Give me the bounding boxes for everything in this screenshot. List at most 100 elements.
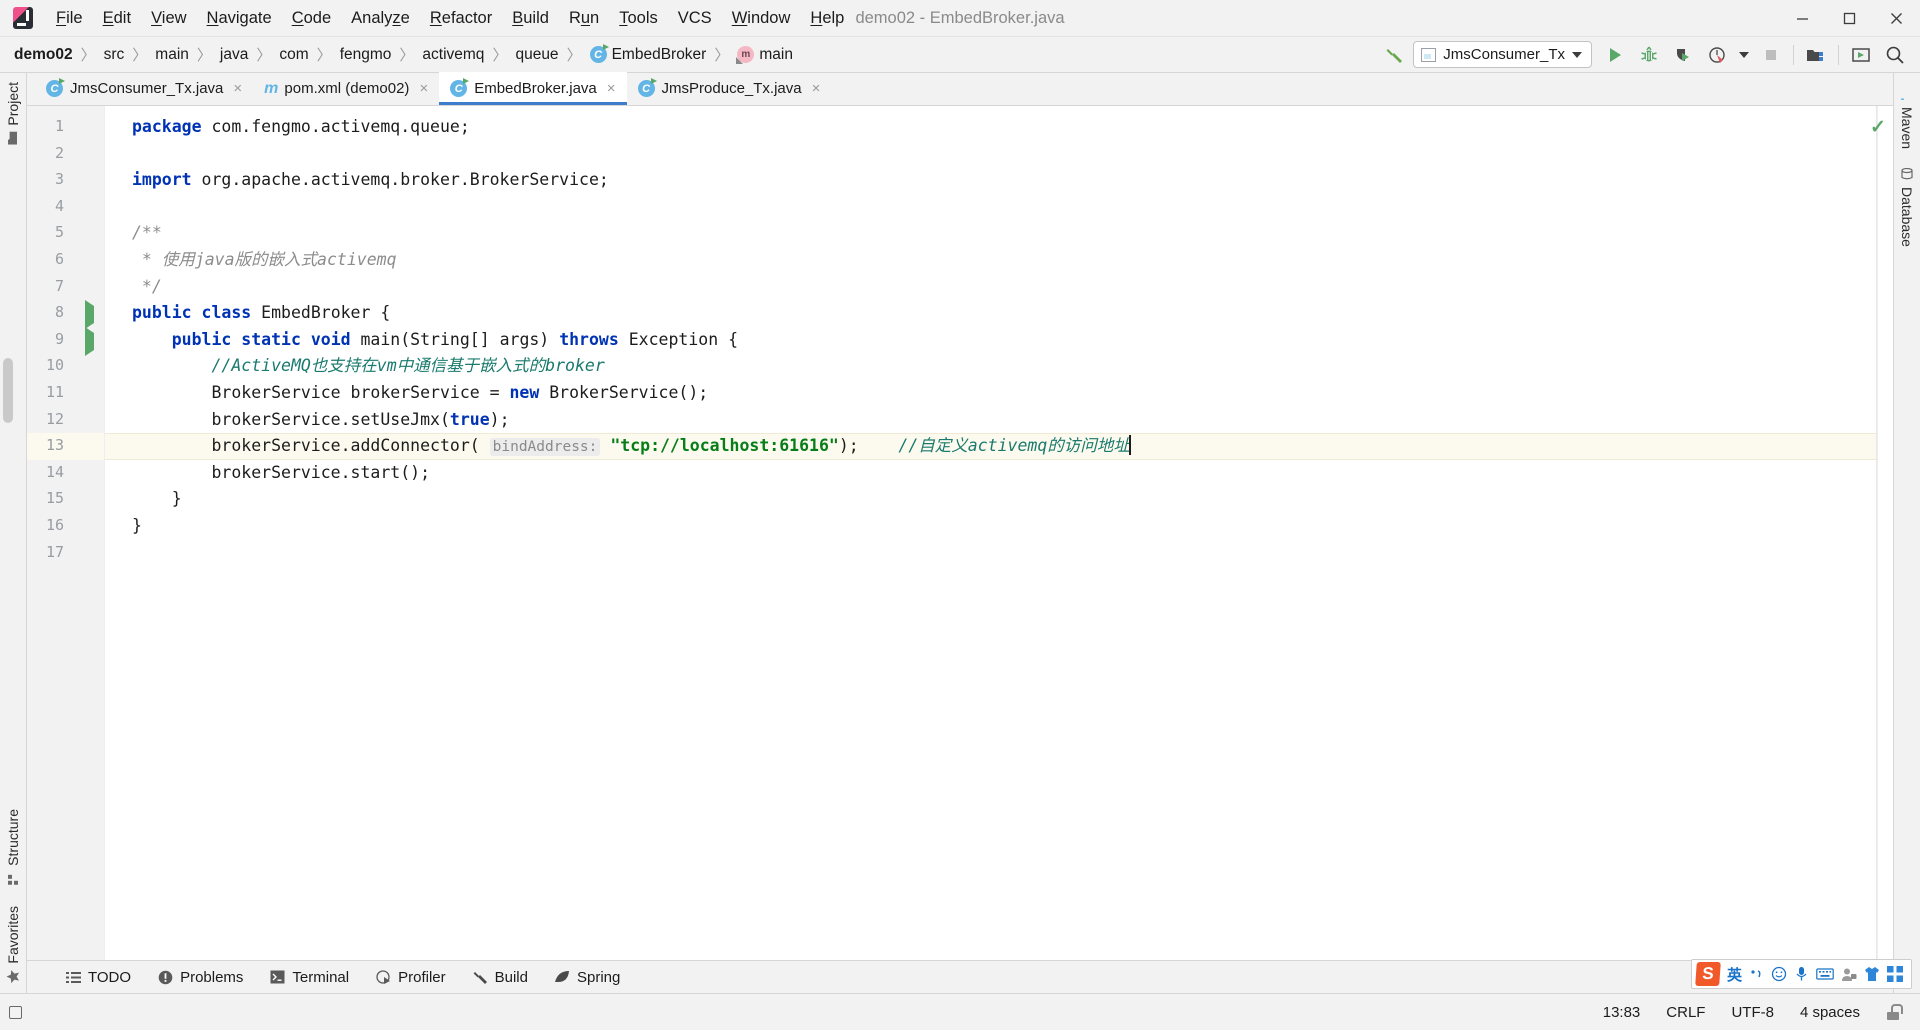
code-line[interactable]: import org.apache.activemq.broker.Broker…	[105, 167, 1877, 194]
main-toolbar: JmsConsumer_Tx	[1377, 40, 1920, 70]
terminal-window-icon[interactable]	[1844, 40, 1878, 70]
code-line[interactable]: }	[105, 486, 1877, 513]
menu-item-tools[interactable]: Tools	[609, 6, 668, 31]
build-hammer-icon[interactable]	[1377, 40, 1411, 70]
unlocked-icon[interactable]	[1886, 1004, 1903, 1020]
menu-item-refactor[interactable]: Refactor	[420, 6, 502, 31]
line-number: 17	[45, 542, 64, 561]
ime-mode-label[interactable]: 英	[1727, 964, 1742, 985]
tool-rail-scroll-thumb[interactable]	[3, 358, 13, 423]
keyboard-icon[interactable]	[1816, 967, 1834, 981]
breadcrumb-item-com[interactable]: com	[279, 46, 308, 64]
code-line[interactable]: BrokerService brokerService = new Broker…	[105, 380, 1877, 407]
caret-position[interactable]: 13:83	[1603, 1004, 1641, 1021]
indent-setting[interactable]: 4 spaces	[1800, 1004, 1860, 1021]
code-line[interactable]: */	[105, 274, 1877, 301]
menu-item-navigate[interactable]: Navigate	[197, 6, 282, 31]
project-structure-button[interactable]	[1799, 40, 1833, 70]
skin-icon[interactable]	[1864, 966, 1880, 982]
voice-icon[interactable]	[1794, 966, 1809, 982]
tool-window-terminal[interactable]: Terminal	[269, 969, 349, 986]
user-icon[interactable]	[1841, 967, 1857, 982]
stop-button[interactable]	[1754, 40, 1788, 70]
code-line[interactable]: brokerService.addConnector( bindAddress:…	[105, 433, 1877, 460]
code-line[interactable]: /**	[105, 220, 1877, 247]
close-icon[interactable]: ×	[812, 80, 821, 97]
breadcrumb-item-demo02[interactable]: demo02	[14, 46, 73, 64]
sidebar-item-structure[interactable]: Structure	[0, 800, 26, 895]
run-gutter-icon[interactable]	[85, 300, 101, 330]
apps-icon[interactable]	[1887, 966, 1903, 982]
close-button[interactable]	[1873, 0, 1920, 37]
menu-item-build[interactable]: Build	[502, 6, 559, 31]
code-line[interactable]: brokerService.start();	[105, 460, 1877, 487]
run-gutter-icon[interactable]	[85, 326, 101, 356]
code-line[interactable]: public class EmbedBroker {	[105, 300, 1877, 327]
close-icon[interactable]: ×	[233, 80, 242, 97]
code-line[interactable]	[105, 194, 1877, 221]
menu-item-file[interactable]: File	[46, 6, 93, 31]
ime-logo-icon: S	[1695, 962, 1721, 986]
tool-window-build[interactable]: Build	[472, 969, 528, 986]
sidebar-item-favorites[interactable]: Favorites	[0, 894, 26, 993]
punctuation-icon[interactable]	[1749, 967, 1764, 982]
code-line[interactable]: * 使用java版的嵌入式activemq	[105, 247, 1877, 274]
sidebar-item-project[interactable]: Project	[0, 73, 26, 160]
sidebar-item-database[interactable]: Database	[1894, 158, 1920, 256]
emoji-icon[interactable]	[1771, 966, 1787, 982]
editor-tab-pom-xml-demo02-[interactable]: m pom.xml (demo02) ×	[253, 72, 439, 105]
tool-window-spring[interactable]: Spring	[554, 969, 620, 986]
breadcrumb-item-activemq[interactable]: activemq	[422, 46, 484, 64]
code-line[interactable]: }	[105, 513, 1877, 540]
run-config-icon	[1421, 47, 1437, 62]
menu-item-view[interactable]: View	[141, 6, 196, 31]
breadcrumb-item-queue[interactable]: queue	[515, 46, 558, 64]
toggle-tool-windows-button[interactable]	[0, 1005, 30, 1019]
run-options-dropdown[interactable]	[1734, 40, 1754, 70]
line-separator[interactable]: CRLF	[1666, 1004, 1705, 1021]
file-encoding[interactable]: UTF-8	[1731, 1004, 1774, 1021]
run-configuration-selector[interactable]: JmsConsumer_Tx	[1413, 41, 1592, 68]
menu-item-window[interactable]: Window	[722, 6, 801, 31]
breadcrumb-item-java[interactable]: java	[220, 46, 248, 64]
run-button[interactable]	[1598, 40, 1632, 70]
breadcrumb-item-src[interactable]: src	[104, 46, 125, 64]
editor-tab-jmsconsumer-tx-java[interactable]: C JmsConsumer_Tx.java ×	[35, 72, 253, 105]
search-icon[interactable]	[1878, 40, 1912, 70]
code-line[interactable]: //ActiveMQ也支持在vm中通信基于嵌入式的broker	[105, 353, 1877, 380]
menu-item-code[interactable]: Code	[282, 6, 341, 31]
tool-window-todo[interactable]: TODO	[65, 969, 131, 986]
menu-items-container: File Edit View Navigate Code Analyze Refactor B…	[46, 6, 854, 31]
menu-item-analyze[interactable]: Analyze	[341, 6, 420, 31]
menu-item-vcs[interactable]: VCS	[668, 6, 722, 31]
inspection-stripe[interactable]: ✓	[1870, 106, 1893, 960]
editor-tab-jmsproduce-tx-java[interactable]: C JmsProduce_Tx.java ×	[627, 72, 832, 105]
tool-window-profiler[interactable]: Profiler	[375, 969, 446, 986]
profile-button[interactable]	[1700, 40, 1734, 70]
menu-item-run[interactable]: Run	[559, 6, 609, 31]
maximize-button[interactable]	[1826, 0, 1873, 37]
editor-tab-embedbroker-java[interactable]: C EmbedBroker.java ×	[439, 72, 627, 105]
tool-window-problems[interactable]: Problems	[157, 969, 243, 986]
close-icon[interactable]: ×	[607, 80, 616, 97]
menu-item-help[interactable]: Help	[800, 6, 854, 31]
run-with-coverage-button[interactable]	[1666, 40, 1700, 70]
code-line[interactable]	[105, 141, 1877, 168]
breadcrumb-item-embedbroker[interactable]: C EmbedBroker	[589, 44, 706, 64]
code-line[interactable]: brokerService.setUseJmx(true);	[105, 407, 1877, 434]
breadcrumb-item-fengmo[interactable]: fengmo	[340, 46, 392, 64]
code-line[interactable]: public static void main(String[] args) t…	[105, 327, 1877, 354]
code-token: import	[132, 170, 192, 190]
close-icon[interactable]: ×	[419, 80, 428, 97]
menu-item-edit[interactable]: Edit	[93, 6, 141, 31]
debug-button[interactable]	[1632, 40, 1666, 70]
breadcrumb-item-main[interactable]: main	[155, 46, 189, 64]
minimize-button[interactable]	[1779, 0, 1826, 37]
editor-gutter[interactable]: 1 2 3 4 5 6 7 8 9 10 11 12 13 14 15 16 17	[27, 106, 127, 960]
code-line[interactable]: package com.fengmo.activemq.queue;	[105, 114, 1877, 141]
sogou-ime-toolbar[interactable]: S 英	[1690, 959, 1912, 989]
code-line[interactable]	[105, 540, 1877, 567]
sidebar-item-maven[interactable]: m Maven	[1894, 73, 1920, 158]
breadcrumb-item-main[interactable]: m main	[736, 46, 793, 64]
code-content[interactable]: package com.fengmo.activemq.queue; import…	[105, 106, 1877, 960]
